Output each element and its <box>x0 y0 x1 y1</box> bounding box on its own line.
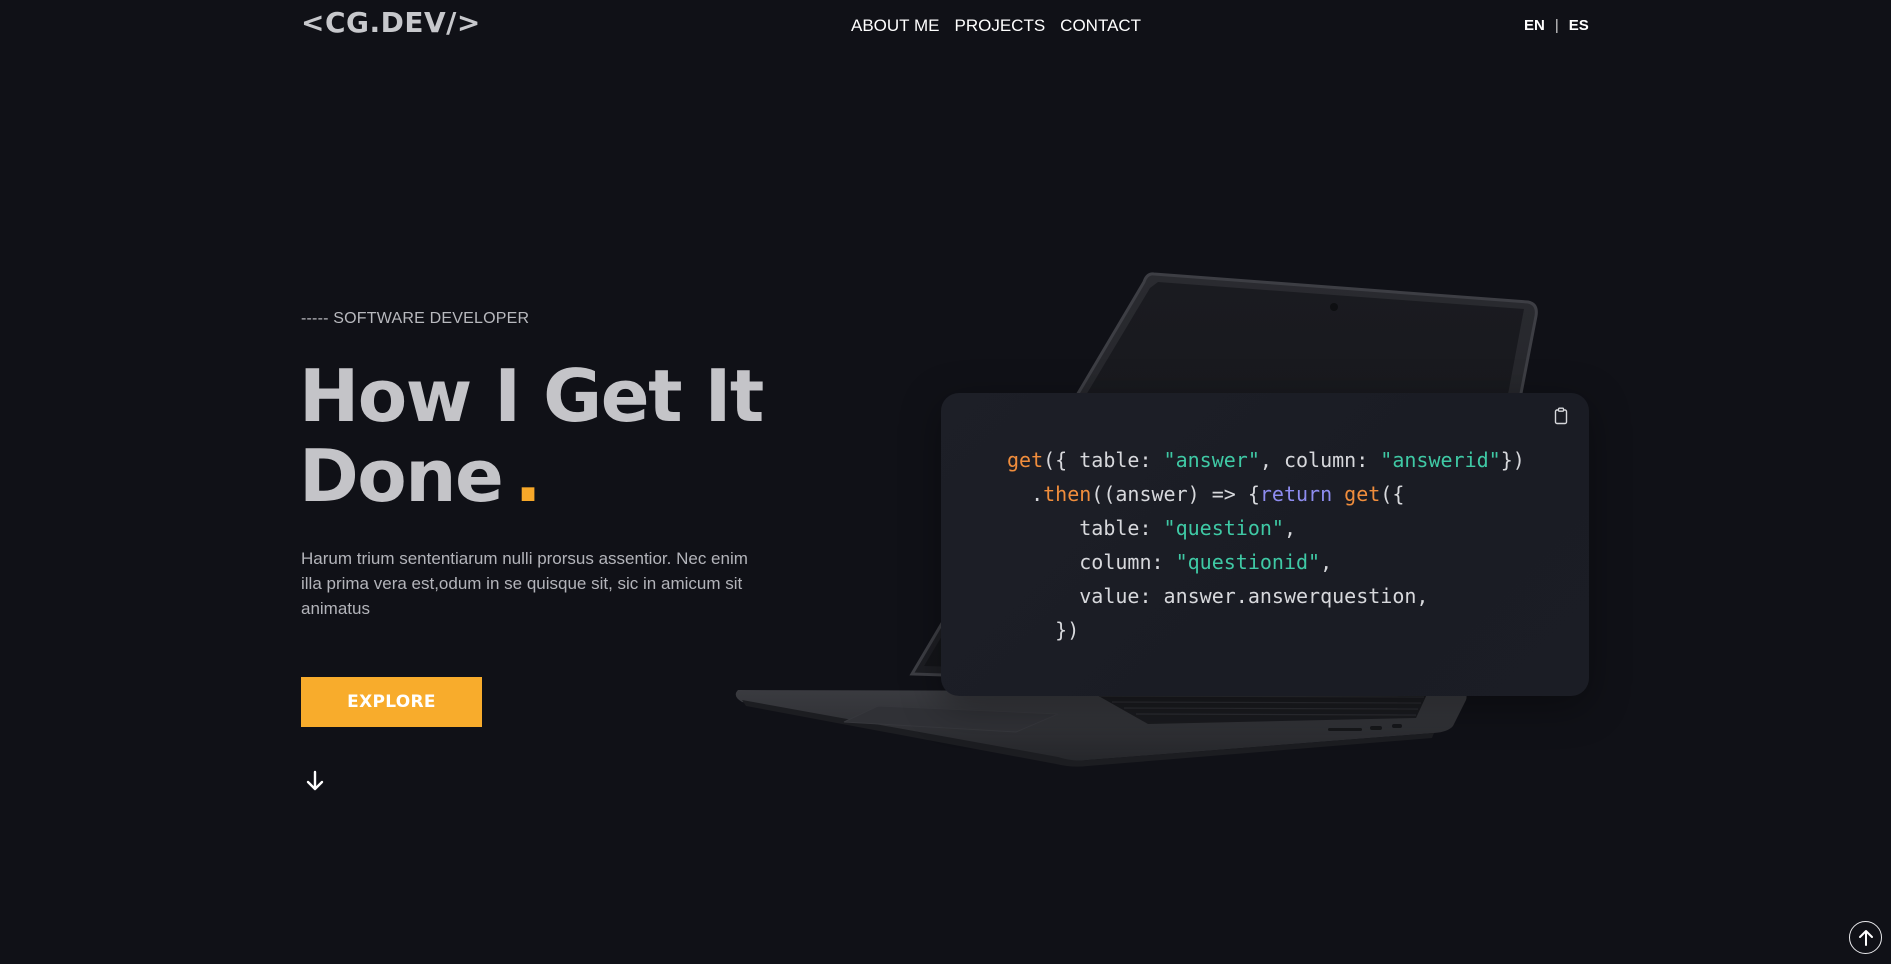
nav-about-me[interactable]: ABOUT ME <box>851 16 939 36</box>
code-token: ((answer) => { <box>1091 482 1260 506</box>
code-token: , <box>1320 550 1333 574</box>
headline-line-2: Done <box>299 434 504 518</box>
code-token: , column: <box>1259 448 1381 472</box>
code-token: then <box>1043 482 1092 506</box>
code-token: return <box>1259 482 1333 506</box>
code-snippet-card: get({ table: "answer", column: "answerid… <box>941 393 1589 696</box>
code-line: value: answer.answerquestion, <box>1007 579 1525 613</box>
code-token: . <box>1007 482 1044 506</box>
code-line: table: "question", <box>1007 511 1525 545</box>
language-switcher: EN | ES <box>1524 17 1589 34</box>
nav-contact[interactable]: CONTACT <box>1060 16 1141 36</box>
code-token: column: <box>1007 550 1176 574</box>
code-token: "answerid" <box>1380 448 1501 472</box>
code-token: }) <box>1500 448 1525 472</box>
headline-line-1: How I Get It <box>299 354 764 438</box>
code-token: value: answer.answerquestion, <box>1007 584 1429 608</box>
code-line: }) <box>1007 613 1525 647</box>
code-token: "answer" <box>1163 448 1260 472</box>
code-token: "questionid" <box>1175 550 1321 574</box>
code-block: get({ table: "answer", column: "answerid… <box>1007 443 1525 647</box>
headline-accent-dot: . <box>514 434 541 518</box>
code-line: column: "questionid", <box>1007 545 1525 579</box>
lang-es[interactable]: ES <box>1569 17 1589 34</box>
hero-tagline: ----- SOFTWARE DEVELOPER <box>301 310 530 327</box>
site-logo[interactable]: <CG.DEV/> <box>301 6 481 39</box>
code-token: ({ table: <box>1043 448 1164 472</box>
lang-en[interactable]: EN <box>1524 17 1545 34</box>
clipboard-icon[interactable] <box>1553 407 1569 425</box>
hero-description: Harum trium sententiarum nulli prorsus a… <box>301 549 748 618</box>
back-to-top-button[interactable] <box>1849 921 1882 954</box>
code-line: .then((answer) => {return get({ <box>1007 477 1525 511</box>
hero-headline: How I Get It Done. <box>299 354 764 518</box>
code-token: table: <box>1007 516 1164 540</box>
code-line: get({ table: "answer", column: "answerid… <box>1007 443 1525 477</box>
arrow-down-icon[interactable] <box>305 770 325 792</box>
code-token: get <box>1007 448 1044 472</box>
explore-button[interactable]: EXPLORE <box>301 677 482 727</box>
code-token: get <box>1344 482 1381 506</box>
lang-separator: | <box>1554 17 1559 34</box>
nav-projects[interactable]: PROJECTS <box>954 16 1045 36</box>
main-nav: ABOUT ME PROJECTS CONTACT <box>851 16 1141 36</box>
code-token: }) <box>1007 618 1080 642</box>
arrow-up-circle-icon <box>1858 929 1873 946</box>
code-token: ({ <box>1380 482 1405 506</box>
code-token: , <box>1283 516 1297 540</box>
code-token: "question" <box>1163 516 1284 540</box>
